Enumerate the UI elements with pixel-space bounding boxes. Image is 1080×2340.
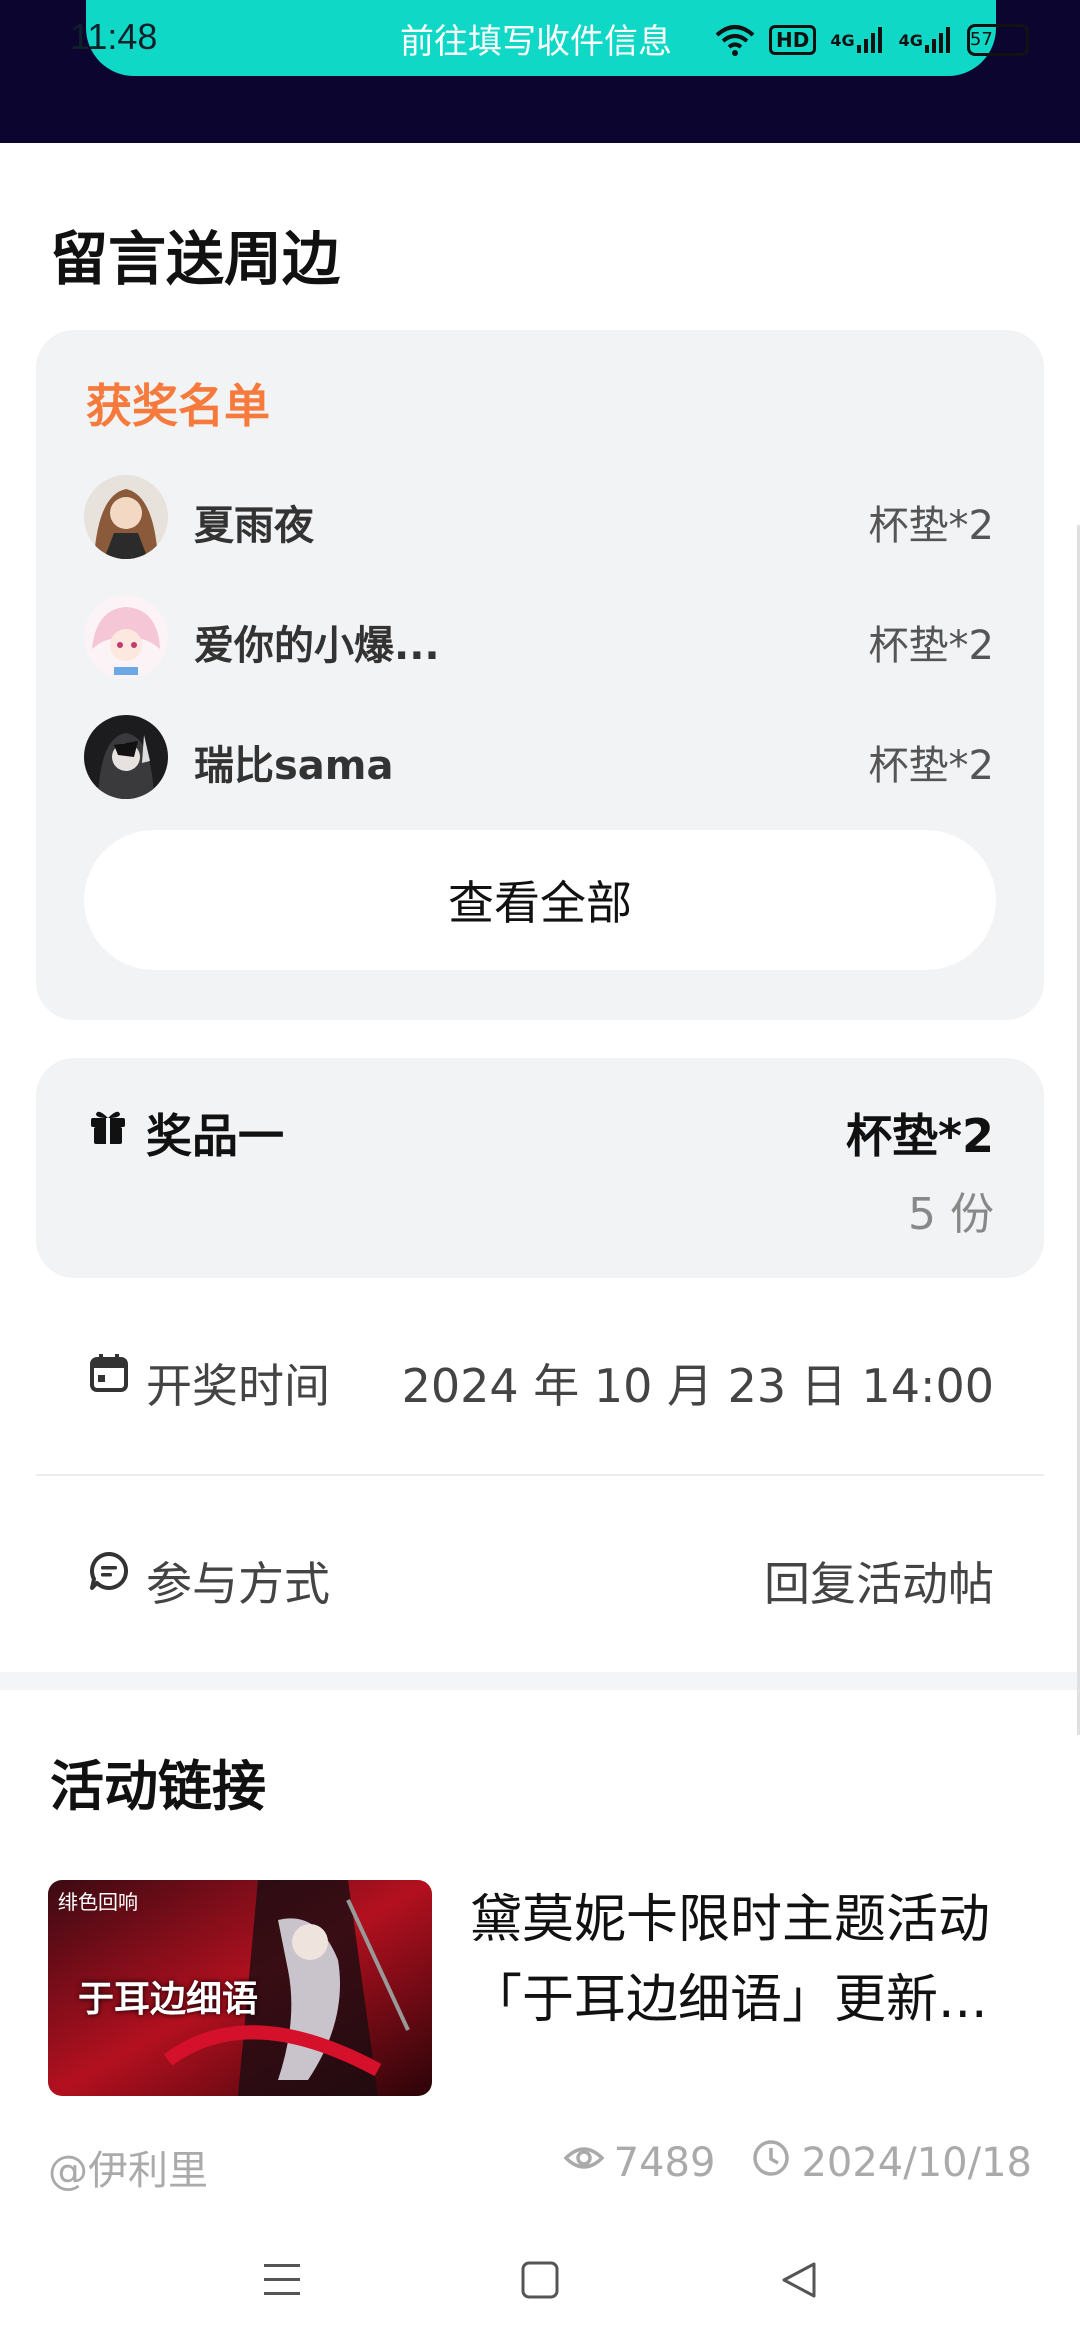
winner-row[interactable]: 夏雨夜 杯垫*2	[84, 475, 994, 559]
clock: 11:48	[70, 16, 158, 57]
participation-row: 参与方式 回复活动帖	[36, 1508, 1044, 1638]
view-count: 7489	[613, 2140, 716, 2186]
participation-value: 回复活动帖	[764, 1557, 994, 1611]
eye-icon	[563, 2138, 605, 2188]
avatar[interactable]	[84, 475, 168, 559]
wifi-icon	[715, 23, 755, 57]
home-icon[interactable]	[510, 2250, 570, 2310]
view-all-button[interactable]: 查看全部	[84, 830, 996, 970]
activity-link-title[interactable]: 黛莫妮卡限时主题活动 「于耳边细语」更新...	[470, 1880, 1040, 2040]
winner-prize: 杯垫*2	[868, 503, 994, 549]
divider	[36, 1474, 1044, 1476]
winner-row[interactable]: 爱你的小爆... 杯垫*2	[84, 595, 994, 679]
avatar[interactable]	[84, 595, 168, 679]
participation-label: 参与方式	[146, 1557, 330, 1611]
section-title-activity-links: 活动链接	[50, 1755, 266, 1818]
activity-title-line2: 「于耳边细语」更新...	[470, 1970, 988, 2030]
section-title-comments: 留言送周边	[50, 225, 341, 293]
post-meta: 7489 2024/10/18	[563, 2138, 1032, 2188]
thumbnail-logo-text: 绯色回响	[58, 1890, 138, 1914]
battery-icon: 57	[966, 24, 1029, 56]
winner-name: 夏雨夜	[194, 503, 314, 549]
winner-name: 爱你的小爆...	[194, 623, 440, 669]
section-separator	[0, 1672, 1080, 1690]
draw-time-label: 开奖时间	[146, 1359, 330, 1413]
network-type-label-2: 4G	[898, 30, 923, 50]
gift-icon	[88, 1106, 128, 1146]
winner-prize: 杯垫*2	[868, 623, 994, 669]
prize-label: 奖品一	[146, 1109, 284, 1163]
notification-text[interactable]: 前往填写收件信息	[400, 14, 672, 63]
activity-title-line1: 黛莫妮卡限时主题活动	[470, 1890, 991, 1950]
hd-icon: HD	[769, 25, 817, 55]
prize-count: 5 份	[908, 1189, 994, 1240]
winners-heading: 获奖名单	[86, 379, 270, 433]
draw-time-value: 2024 年 10 月 23 日 14:00	[401, 1359, 994, 1413]
prize-value: 杯垫*2	[845, 1109, 994, 1163]
system-icons: HD 4G 4G 57	[715, 20, 1029, 60]
prize-card: 奖品一 杯垫*2 5 份	[36, 1058, 1044, 1278]
post-date: 2024/10/18	[801, 2140, 1032, 2186]
signal-icon-2: 4G	[899, 25, 953, 55]
signal-icon: 4G	[830, 25, 884, 55]
thumbnail-caption: 于耳边细语	[78, 1979, 259, 2020]
draw-time-row: 开奖时间 2024 年 10 月 23 日 14:00	[36, 1310, 1044, 1440]
network-type-label: 4G	[830, 30, 855, 50]
back-icon[interactable]	[770, 2250, 830, 2310]
clock-icon	[751, 2138, 791, 2188]
status-bar: 11:48 前往填写收件信息 HD 4G 4G 57	[0, 0, 1080, 143]
menu-icon[interactable]	[252, 2250, 312, 2310]
activity-thumbnail[interactable]: 绯色回响 于耳边细语	[48, 1880, 432, 2096]
winner-row[interactable]: 瑞比sama 杯垫*2	[84, 715, 994, 799]
winner-prize: 杯垫*2	[868, 743, 994, 789]
author-name[interactable]: @伊利里	[48, 2138, 208, 2196]
comment-icon	[88, 1550, 130, 1592]
avatar[interactable]	[84, 715, 168, 799]
navigation-bar	[0, 2220, 1080, 2340]
calendar-icon	[88, 1352, 130, 1394]
winner-name: 瑞比sama	[194, 743, 394, 789]
winners-card: 获奖名单 夏雨夜 杯垫*2 爱你的小爆... 杯垫*2 瑞比sama 杯垫*2 …	[36, 330, 1044, 1020]
